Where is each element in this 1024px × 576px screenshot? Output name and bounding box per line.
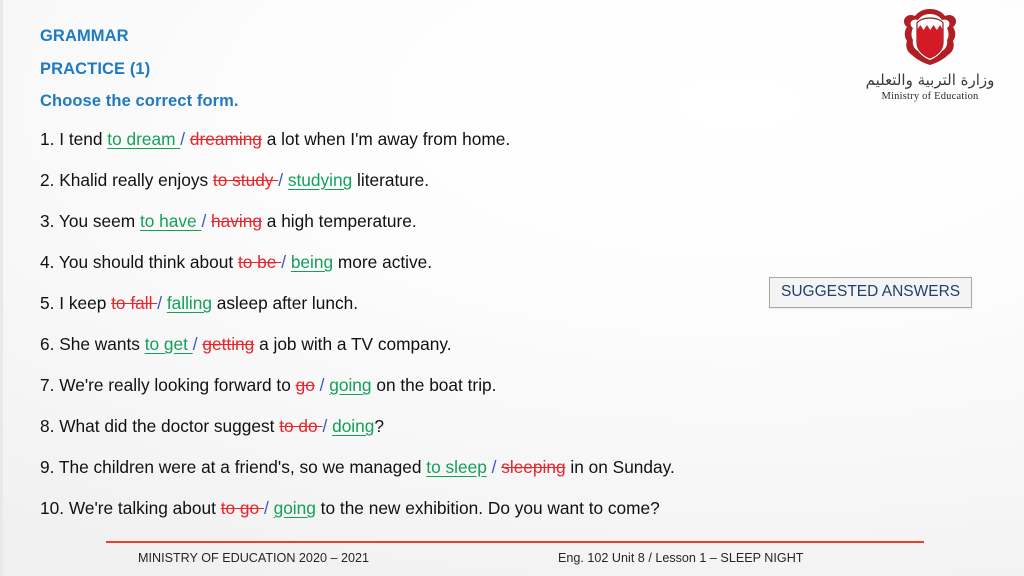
answer-option-correct[interactable]: studying (288, 170, 352, 190)
question-text-after: a high temperature. (261, 211, 417, 231)
question-text-after: more active. (333, 252, 433, 272)
question-text-before: We're really looking forward to (54, 375, 296, 395)
question-number: 5. (40, 293, 55, 313)
question-text-before: I keep (54, 293, 112, 313)
question-text-before: Khalid really enjoys (54, 170, 213, 190)
answer-option-correct[interactable]: to get (145, 334, 193, 354)
question-text-after: to the new exhibition. Do you want to co… (315, 498, 660, 518)
question-number: 7. (40, 375, 55, 395)
option-separator: / (192, 334, 203, 354)
question-number: 6. (40, 334, 55, 354)
question-item: 8. What did the doctor suggest to do / d… (40, 416, 940, 459)
logo-arabic-text: وزارة التربية والتعليم (865, 71, 995, 89)
question-item: 2. Khalid really enjoys to study / study… (40, 170, 940, 213)
heading-block: GRAMMAR PRACTICE (1) Choose the correct … (40, 28, 680, 110)
answer-option-wrong[interactable]: sleeping (501, 457, 565, 477)
footer-left-text: MINISTRY OF EDUCATION 2020 – 2021 (138, 551, 369, 565)
question-number: 8. (40, 416, 55, 436)
answer-option-correct[interactable]: being (291, 252, 333, 272)
answer-option-correct[interactable]: to dream (107, 129, 180, 149)
answer-option-correct[interactable]: going (329, 375, 371, 395)
option-separator: / (263, 498, 274, 518)
answer-option-wrong[interactable]: dreaming (190, 129, 262, 149)
question-text-after: ? (374, 416, 384, 436)
footer-right-text: Eng. 102 Unit 8 / Lesson 1 – SLEEP NIGHT (558, 551, 804, 565)
question-number: 1. (40, 129, 55, 149)
option-separator: / (281, 252, 291, 272)
bahrain-coat-of-arms-icon (862, 8, 998, 71)
question-item: 7. We're really looking forward to go / … (40, 375, 940, 418)
answer-option-correct[interactable]: going (274, 498, 316, 518)
option-separator: / (314, 375, 330, 395)
question-text-after: a job with a TV company. (254, 334, 452, 354)
question-text-before: She wants (54, 334, 145, 354)
footer: MINISTRY OF EDUCATION 2020 – 2021 Eng. 1… (106, 552, 924, 572)
question-number: 2. (40, 170, 55, 190)
question-text-after: in on Sunday. (565, 457, 675, 477)
option-separator: / (157, 293, 167, 313)
option-separator: / (278, 170, 288, 190)
slide-canvas: GRAMMAR PRACTICE (1) Choose the correct … (0, 0, 1024, 576)
option-separator: / (201, 211, 212, 231)
answer-option-wrong[interactable]: having (211, 211, 262, 231)
question-number: 9. (40, 457, 55, 477)
question-list: 1. I tend to dream / dreaming a lot when… (40, 129, 940, 541)
answer-option-wrong[interactable]: go (296, 375, 315, 395)
question-item: 10. We're talking about to go / going to… (40, 498, 940, 541)
option-separator: / (322, 416, 333, 436)
instruction-text: Choose the correct form. (40, 92, 239, 110)
question-text-before: We're talking about (64, 498, 221, 518)
question-text-before: What did the doctor suggest (54, 416, 280, 436)
answer-option-correct[interactable]: to sleep (426, 457, 487, 477)
answer-option-wrong[interactable]: getting (202, 334, 254, 354)
option-separator: / (180, 129, 190, 149)
question-number: 4. (40, 252, 55, 272)
question-text-after: a lot when I'm away from home. (261, 129, 511, 149)
question-text-after: asleep after lunch. (211, 293, 359, 313)
page-subtitle-practice: PRACTICE (1) (40, 59, 151, 78)
question-item: 1. I tend to dream / dreaming a lot when… (40, 129, 940, 172)
question-text-before: You should think about (54, 252, 238, 272)
question-text-before: You seem (54, 211, 140, 231)
question-text-after: literature. (352, 170, 430, 190)
footer-divider (106, 541, 924, 543)
question-text-before: I tend (54, 129, 108, 149)
question-item: 9. The children were at a friend's, so w… (40, 457, 940, 500)
suggested-answers-label: SUGGESTED ANSWERS (781, 283, 961, 300)
answer-option-correct[interactable]: falling (167, 293, 212, 313)
ministry-logo: وزارة التربية والتعليم Ministry of Educa… (862, 8, 998, 102)
option-separator: / (486, 457, 502, 477)
answer-option-wrong[interactable]: to be (238, 252, 281, 272)
question-text-before: The children were at a friend's, so we m… (54, 457, 427, 477)
suggested-answers-button[interactable]: SUGGESTED ANSWERS (769, 277, 973, 308)
question-number: 10. (40, 498, 65, 518)
answer-option-correct[interactable]: doing (332, 416, 374, 436)
answer-option-wrong[interactable]: to do (279, 416, 322, 436)
answer-option-wrong[interactable]: to study (213, 170, 278, 190)
question-text-after: on the boat trip. (371, 375, 497, 395)
answer-option-correct[interactable]: to have (140, 211, 202, 231)
question-number: 3. (40, 211, 55, 231)
answer-option-wrong[interactable]: to fall (111, 293, 157, 313)
answer-option-wrong[interactable]: to go (221, 498, 264, 518)
logo-english-text: Ministry of Education (881, 90, 979, 102)
question-item: 6. She wants to get / getting a job with… (40, 334, 940, 377)
question-item: 3. You seem to have / having a high temp… (40, 211, 940, 254)
page-title-grammar: GRAMMAR (40, 27, 129, 45)
